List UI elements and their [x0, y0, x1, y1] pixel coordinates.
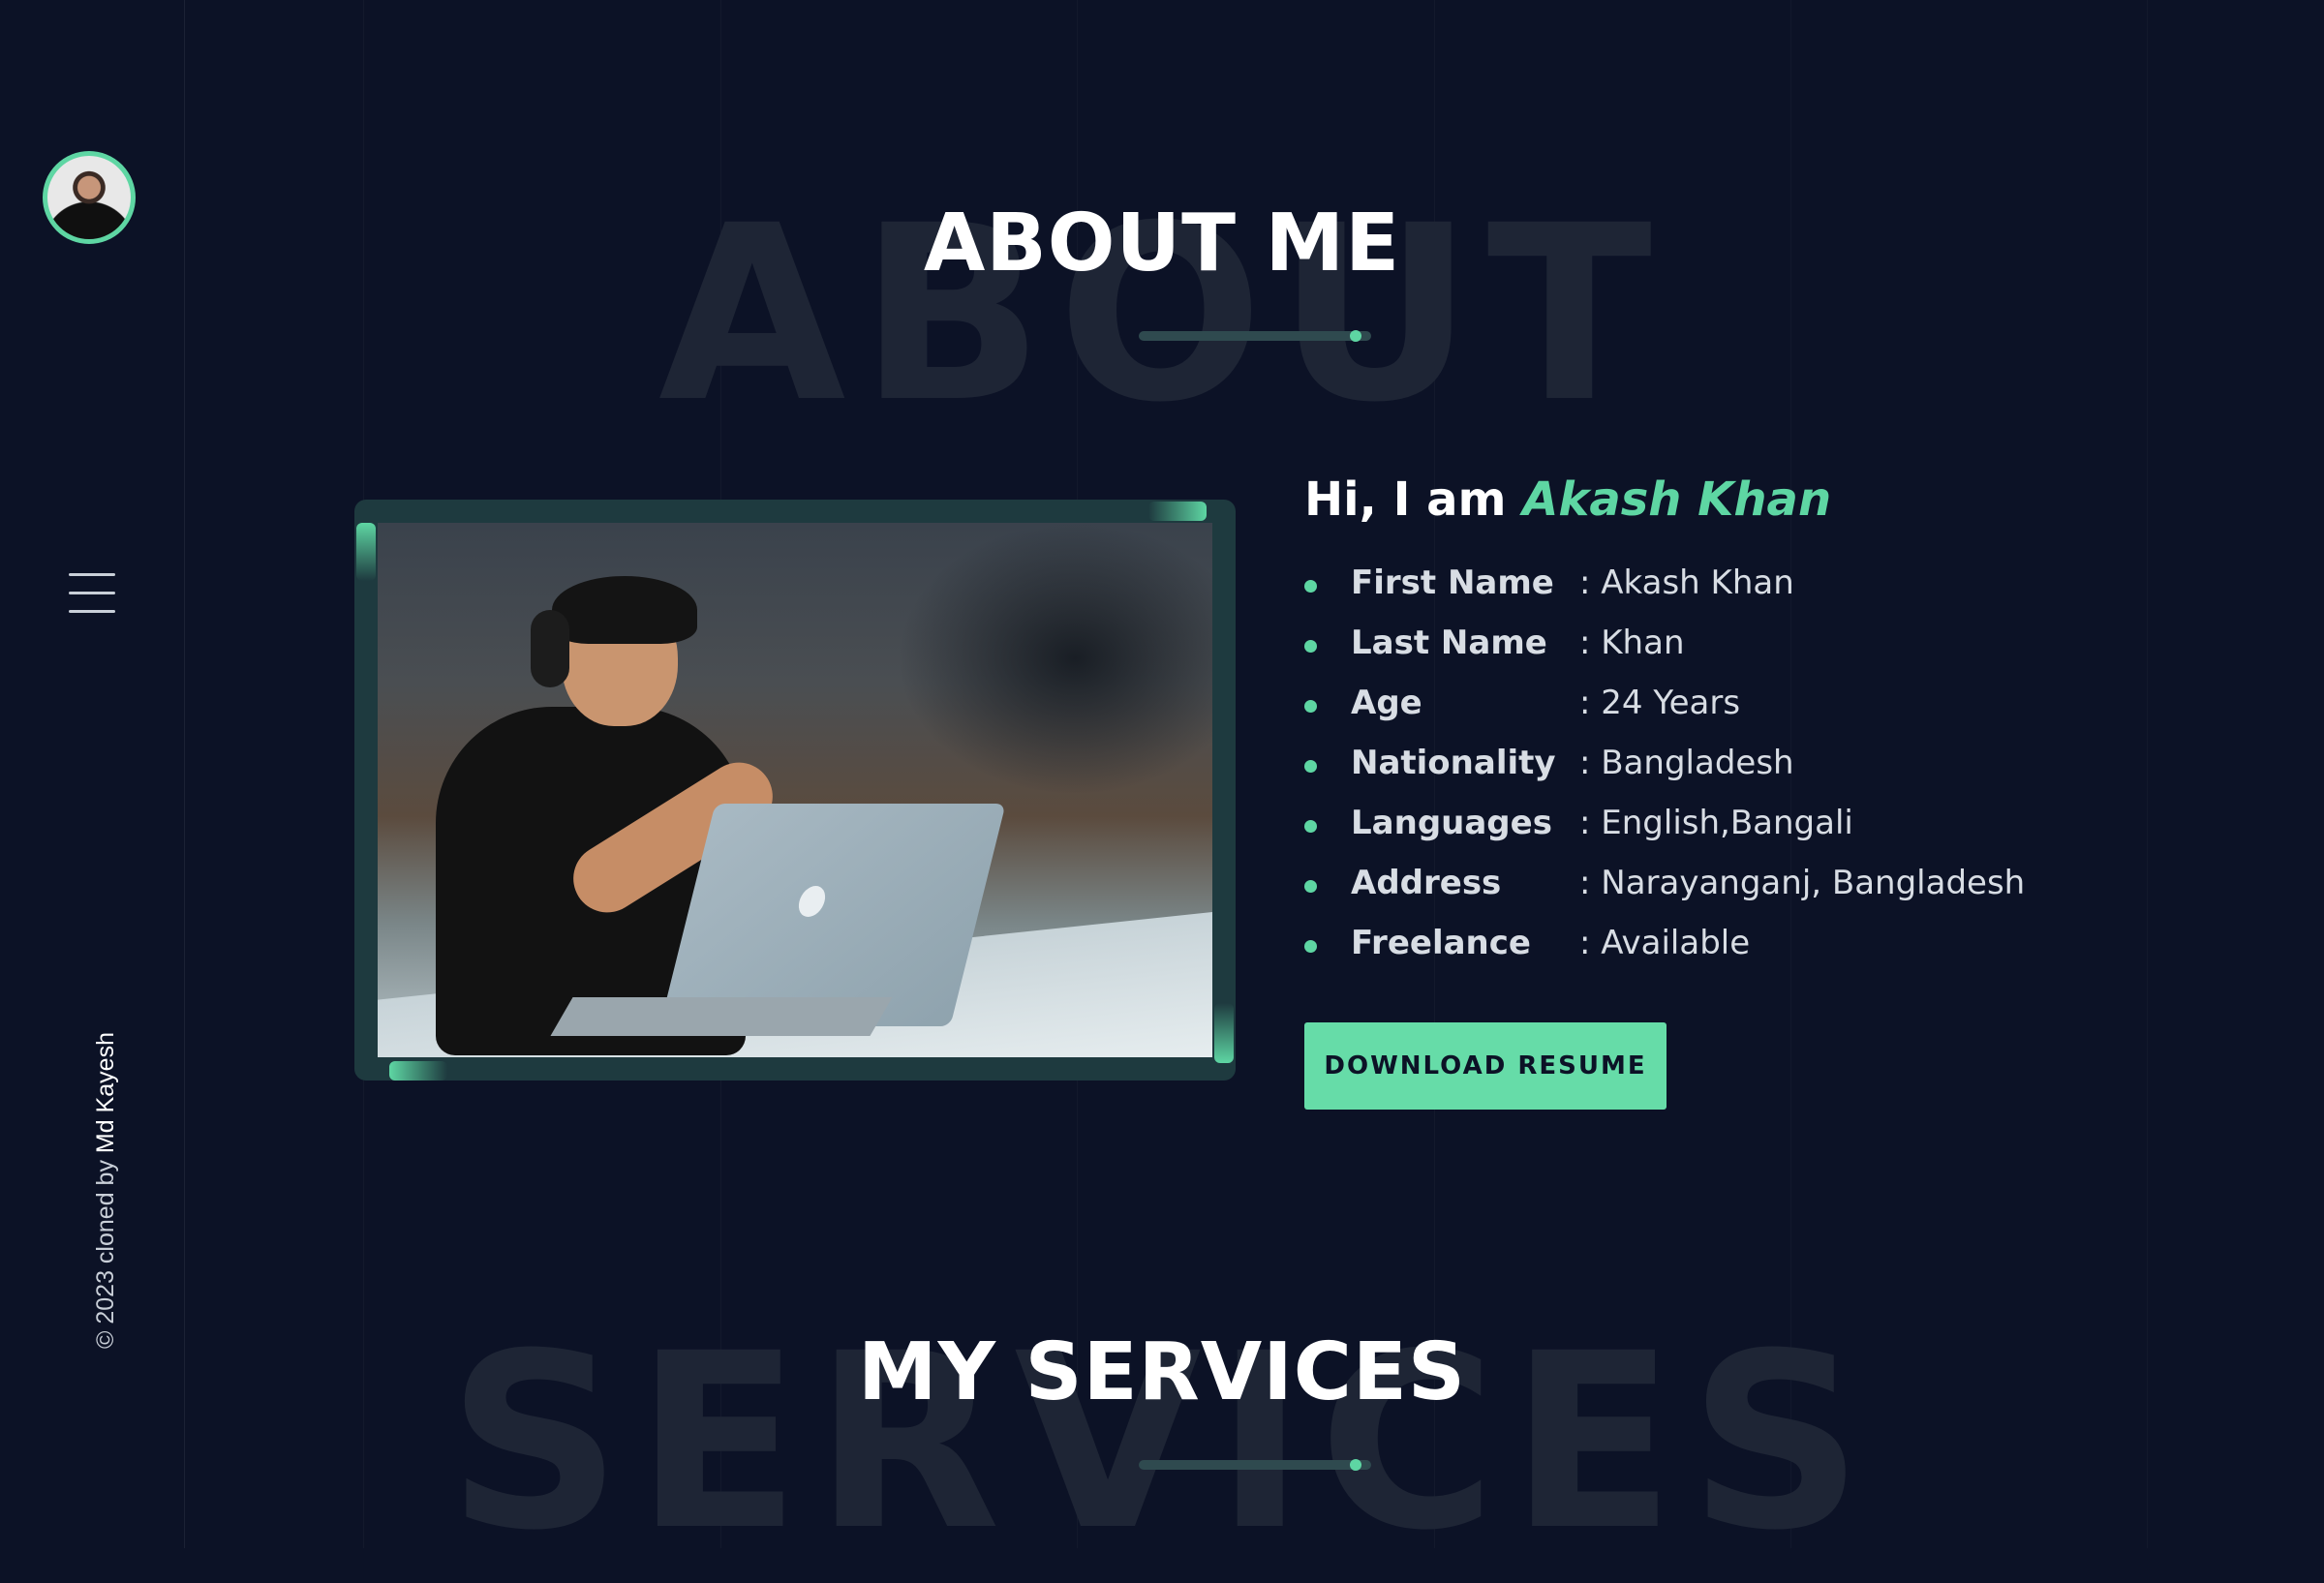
- credit-author: Md Kayesh: [92, 1032, 119, 1154]
- download-resume-button[interactable]: DOWNLOAD RESUME: [1304, 1022, 1667, 1110]
- services-title-underline: [1139, 1459, 1371, 1471]
- frame-accent-bottom: [389, 1061, 447, 1081]
- about-photo-frame: [354, 500, 1236, 1081]
- copyright-credit: © 2023 cloned by Md Kayesh: [92, 1032, 119, 1349]
- frame-accent-top: [1148, 502, 1207, 521]
- frame-accent-left: [356, 523, 376, 581]
- frame-accent-right: [1214, 1003, 1234, 1063]
- about-photo: [378, 523, 1212, 1057]
- menu-icon[interactable]: [69, 573, 115, 614]
- greeting-name: Akash Khan: [1522, 472, 1832, 527]
- greeting-heading: Hi, I am Akash Khan: [1304, 472, 1832, 527]
- services-title: MY SERVICES: [858, 1326, 1466, 1418]
- about-title: ABOUT ME: [923, 198, 1401, 289]
- about-title-underline: [1139, 330, 1371, 342]
